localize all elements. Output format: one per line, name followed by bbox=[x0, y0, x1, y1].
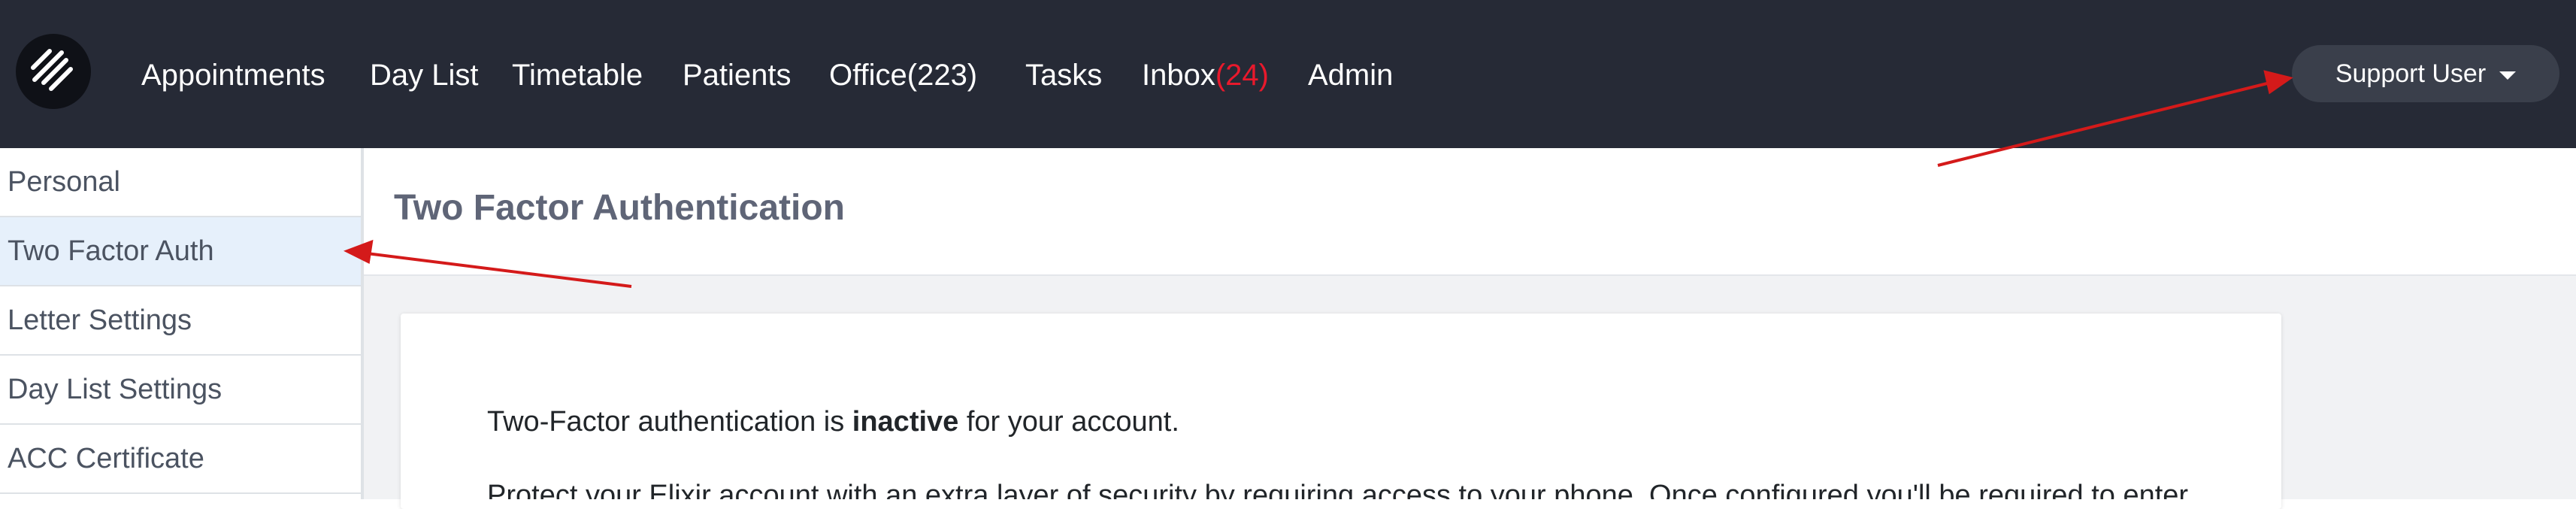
user-name: Support User bbox=[2335, 59, 2487, 88]
status-suffix: for your account. bbox=[958, 406, 1179, 438]
sidebar-item-letter-settings[interactable]: Letter Settings bbox=[0, 286, 361, 356]
sidebar-item-two-factor-auth[interactable]: Two Factor Auth bbox=[0, 217, 361, 286]
sidebar-item-personal[interactable]: Personal bbox=[0, 148, 361, 217]
user-menu-button[interactable]: Support User bbox=[2292, 45, 2559, 102]
nav-admin[interactable]: Admin bbox=[1308, 54, 1393, 96]
sidebar-item-day-list-settings[interactable]: Day List Settings bbox=[0, 356, 361, 425]
nav-patients[interactable]: Patients bbox=[683, 54, 792, 96]
nav-appointments[interactable]: Appointments bbox=[141, 54, 325, 96]
nav-timetable[interactable]: Timetable bbox=[512, 54, 643, 96]
nav-day-list[interactable]: Day List bbox=[370, 54, 479, 96]
status-prefix: Two-Factor authentication is bbox=[487, 406, 852, 438]
sidebar-item-acc-certificate[interactable]: ACC Certificate bbox=[0, 425, 361, 494]
brand-logo-icon[interactable] bbox=[16, 34, 91, 109]
brand-stripes-icon bbox=[31, 49, 73, 91]
inbox-count-badge: (24) bbox=[1215, 59, 1269, 92]
nav-inbox[interactable]: Inbox(24) bbox=[1142, 54, 1269, 96]
caret-down-icon bbox=[2499, 71, 2517, 80]
settings-sidebar: Personal Two Factor Auth Letter Settings… bbox=[0, 148, 364, 499]
nav-office[interactable]: Office(223) bbox=[829, 54, 977, 96]
status-value: inactive bbox=[852, 406, 959, 438]
two-factor-description: Protect your Elixir account with an extr… bbox=[487, 480, 2189, 499]
page-header: Two Factor Authentication bbox=[364, 148, 2576, 276]
top-navbar: Appointments Day List Timetable Patients… bbox=[0, 0, 2576, 148]
nav-inbox-label: Inbox bbox=[1142, 59, 1215, 92]
nav-tasks[interactable]: Tasks bbox=[1025, 54, 1102, 96]
page-title: Two Factor Authentication bbox=[394, 188, 845, 228]
two-factor-status-text: Two-Factor authentication is inactive fo… bbox=[487, 406, 1179, 438]
